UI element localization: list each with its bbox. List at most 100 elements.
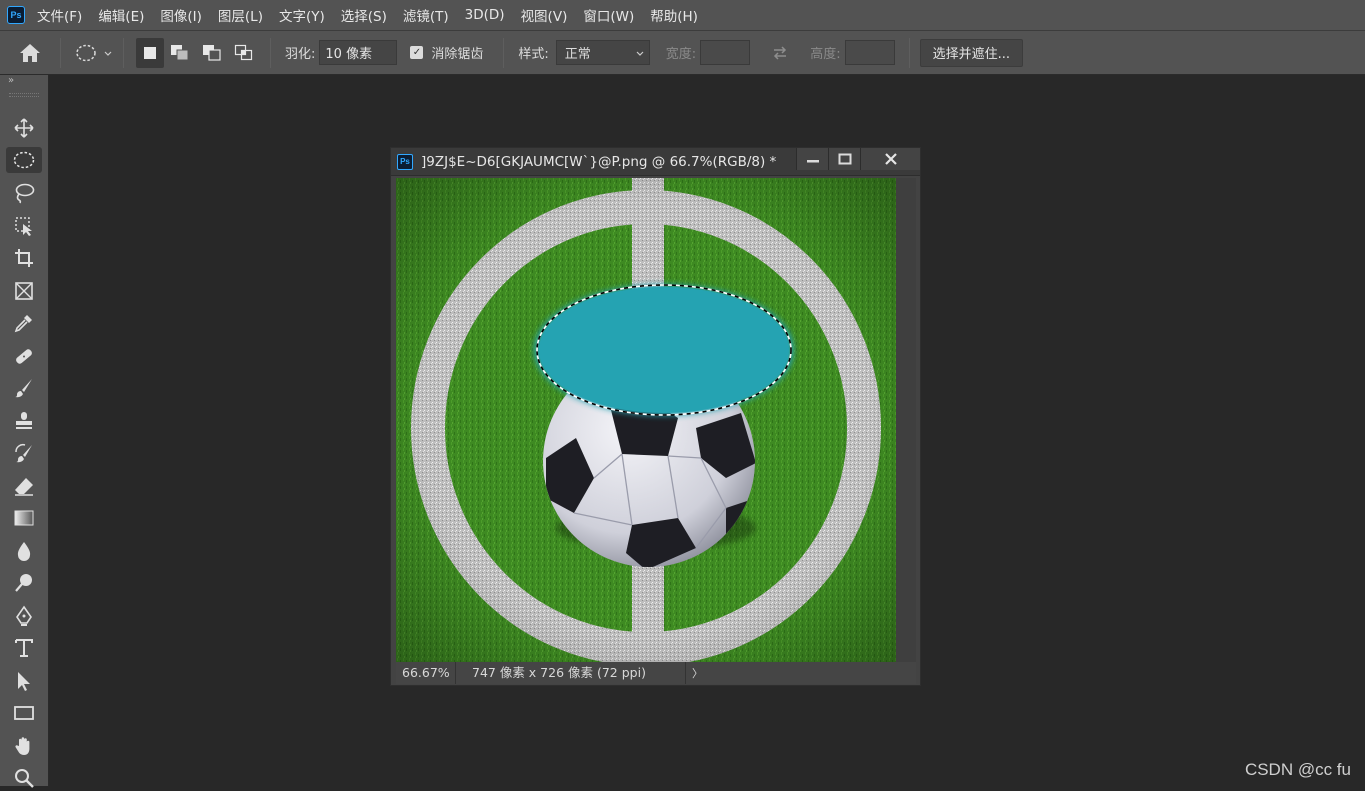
maximize-button[interactable] bbox=[828, 148, 860, 170]
menu-help[interactable]: 帮助(H) bbox=[650, 5, 698, 25]
dodge-icon bbox=[13, 572, 35, 594]
subtract-from-selection-button[interactable] bbox=[196, 38, 228, 68]
document-canvas[interactable] bbox=[396, 178, 896, 662]
tools-panel: » bbox=[0, 75, 49, 786]
intersect-selection-icon bbox=[234, 44, 254, 62]
photoshop-logo-icon: Ps bbox=[7, 6, 25, 24]
lasso-tool-button[interactable] bbox=[6, 180, 42, 206]
intersect-selection-button[interactable] bbox=[228, 38, 260, 68]
menu-view[interactable]: 视图(V) bbox=[521, 5, 568, 25]
eyedropper-tool-button[interactable] bbox=[6, 310, 42, 336]
menu-layer[interactable]: 图层(L) bbox=[218, 5, 263, 25]
panel-collapse-button[interactable]: » bbox=[0, 75, 48, 89]
bandage-icon bbox=[13, 345, 35, 367]
menu-select[interactable]: 选择(S) bbox=[341, 5, 387, 25]
menu-type[interactable]: 文字(Y) bbox=[279, 5, 325, 25]
document-title: ]9ZJ$E~D6[GKJAUMC[W`}@P.png @ 66.7%(RGB/… bbox=[421, 154, 776, 170]
eraser-tool-button[interactable] bbox=[6, 473, 42, 499]
blur-tool-button[interactable] bbox=[6, 538, 42, 564]
new-selection-button[interactable] bbox=[136, 38, 164, 68]
maximize-icon bbox=[838, 153, 852, 165]
object-selection-icon bbox=[13, 215, 35, 237]
home-button[interactable] bbox=[0, 33, 60, 73]
zoom-tool-button[interactable] bbox=[6, 765, 42, 791]
document-window: Ps ]9ZJ$E~D6[GKJAUMC[W`}@P.png @ 66.7%(R… bbox=[390, 147, 921, 686]
healing-brush-tool-button[interactable] bbox=[6, 343, 42, 369]
history-brush-icon bbox=[13, 442, 35, 464]
history-brush-tool-button[interactable] bbox=[6, 440, 42, 466]
status-menu-arrow[interactable]: 〉 bbox=[686, 665, 703, 681]
stamp-icon bbox=[13, 410, 35, 432]
menu-window[interactable]: 窗口(W) bbox=[583, 5, 634, 25]
document-titlebar[interactable]: Ps ]9ZJ$E~D6[GKJAUMC[W`}@P.png @ 66.7%(R… bbox=[391, 148, 920, 176]
divider bbox=[909, 38, 910, 68]
divider bbox=[503, 38, 504, 68]
water-drop-icon bbox=[13, 540, 35, 562]
menu-filter[interactable]: 滤镜(T) bbox=[403, 5, 449, 25]
feather-label: 羽化: bbox=[285, 43, 315, 62]
menu-3d[interactable]: 3D(D) bbox=[465, 7, 505, 23]
swap-dimensions-button[interactable] bbox=[750, 38, 810, 68]
gradient-tool-button[interactable] bbox=[6, 505, 42, 531]
style-select[interactable]: 正常 bbox=[556, 40, 650, 65]
home-icon bbox=[18, 42, 42, 64]
close-button[interactable] bbox=[860, 148, 920, 170]
divider bbox=[270, 38, 271, 68]
document-status-bar: 66.67% 747 像素 x 726 像素 (72 ppi) 〉 bbox=[396, 662, 916, 684]
watermark: CSDN @cc fu bbox=[1245, 760, 1351, 780]
antialias-label: 消除锯齿 bbox=[431, 43, 483, 62]
dodge-tool-button[interactable] bbox=[6, 570, 42, 596]
photoshop-document-icon: Ps bbox=[397, 154, 413, 170]
brush-icon bbox=[13, 377, 35, 399]
new-selection-icon bbox=[143, 46, 157, 60]
brush-tool-button[interactable] bbox=[6, 375, 42, 401]
divider bbox=[123, 38, 124, 68]
pen-tool-button[interactable] bbox=[6, 603, 42, 629]
minimize-button[interactable] bbox=[796, 148, 828, 170]
swap-icon bbox=[771, 45, 789, 61]
subtract-selection-icon bbox=[202, 44, 222, 62]
chevron-down-icon bbox=[635, 48, 645, 58]
rectangle-icon bbox=[13, 702, 35, 724]
add-to-selection-button[interactable] bbox=[164, 38, 196, 68]
add-selection-icon bbox=[170, 44, 190, 62]
menu-image[interactable]: 图像(I) bbox=[160, 5, 202, 25]
pen-icon bbox=[13, 605, 35, 627]
crop-tool-button[interactable] bbox=[6, 245, 42, 271]
eyedropper-icon bbox=[13, 312, 35, 334]
hand-icon bbox=[13, 735, 35, 757]
object-selection-tool-button[interactable] bbox=[6, 213, 42, 239]
frame-tool-button[interactable] bbox=[6, 278, 42, 304]
frame-icon bbox=[13, 280, 35, 302]
panel-grip[interactable] bbox=[9, 93, 39, 97]
menu-bar: Ps 文件(F) 编辑(E) 图像(I) 图层(L) 文字(Y) 选择(S) 滤… bbox=[0, 0, 1365, 30]
vertical-scrollbar[interactable] bbox=[896, 178, 916, 662]
chevron-down-icon bbox=[103, 48, 113, 58]
select-and-mask-button[interactable]: 选择并遮住... bbox=[920, 39, 1023, 67]
rectangle-tool-button[interactable] bbox=[6, 700, 42, 726]
gradient-icon bbox=[13, 507, 35, 529]
clone-stamp-tool-button[interactable] bbox=[6, 408, 42, 434]
path-selection-tool-button[interactable] bbox=[6, 668, 42, 694]
ellipse-marquee-icon bbox=[13, 149, 35, 171]
hand-tool-button[interactable] bbox=[6, 733, 42, 759]
width-label: 宽度: bbox=[666, 43, 696, 62]
type-tool-button[interactable] bbox=[6, 635, 42, 661]
elliptical-marquee-tool-button[interactable] bbox=[6, 147, 42, 173]
soccer-field-image bbox=[396, 178, 896, 662]
close-icon bbox=[884, 152, 898, 166]
antialias-checkbox[interactable]: ✓ bbox=[410, 46, 423, 59]
menu-edit[interactable]: 编辑(E) bbox=[98, 5, 144, 25]
feather-input[interactable]: 10 像素 bbox=[319, 40, 397, 65]
style-select-value: 正常 bbox=[565, 43, 591, 62]
move-tool-button[interactable] bbox=[6, 115, 42, 141]
width-input[interactable] bbox=[700, 40, 750, 65]
menu-file[interactable]: 文件(F) bbox=[37, 5, 82, 25]
style-label: 样式: bbox=[518, 43, 548, 62]
tool-preset-picker[interactable] bbox=[71, 38, 117, 68]
options-bar: 羽化: 10 像素 ✓ 消除锯齿 样式: 正常 宽度: 高度: 选择并遮住... bbox=[0, 30, 1365, 75]
zoom-level[interactable]: 66.67% bbox=[396, 662, 456, 684]
divider bbox=[60, 38, 61, 68]
crop-icon bbox=[13, 247, 35, 269]
height-input[interactable] bbox=[845, 40, 895, 65]
